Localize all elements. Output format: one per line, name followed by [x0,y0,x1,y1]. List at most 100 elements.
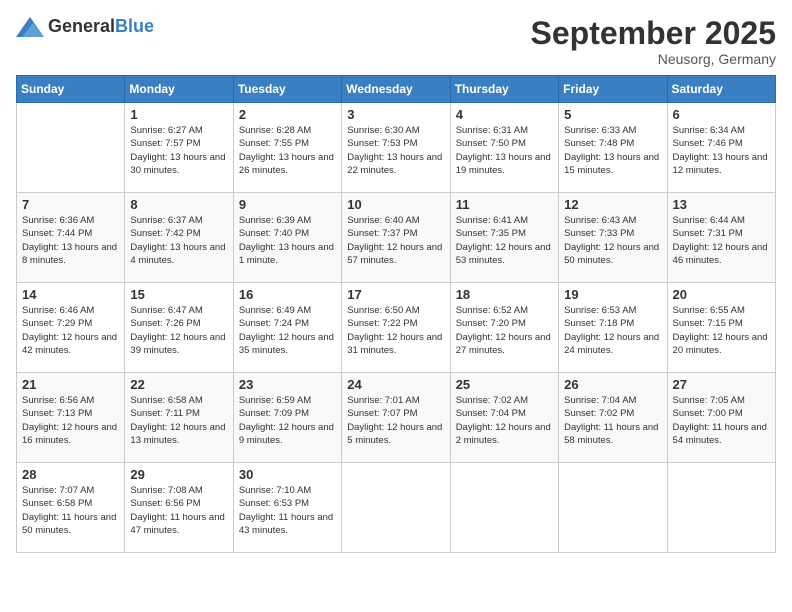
day-number: 19 [564,287,661,302]
calendar-cell: 5 Sunrise: 6:33 AMSunset: 7:48 PMDayligh… [559,103,667,193]
day-number: 8 [130,197,227,212]
calendar-body: 1 Sunrise: 6:27 AMSunset: 7:57 PMDayligh… [17,103,776,553]
day-info: Sunrise: 6:52 AMSunset: 7:20 PMDaylight:… [456,304,553,357]
day-number: 30 [239,467,336,482]
day-number: 25 [456,377,553,392]
calendar-cell: 6 Sunrise: 6:34 AMSunset: 7:46 PMDayligh… [667,103,775,193]
day-info: Sunrise: 6:53 AMSunset: 7:18 PMDaylight:… [564,304,661,357]
day-number: 10 [347,197,444,212]
day-number: 20 [673,287,770,302]
calendar-cell: 7 Sunrise: 6:36 AMSunset: 7:44 PMDayligh… [17,193,125,283]
calendar-cell: 30 Sunrise: 7:10 AMSunset: 6:53 PMDaylig… [233,463,341,553]
day-number: 15 [130,287,227,302]
header-day-friday: Friday [559,76,667,103]
calendar-cell [667,463,775,553]
day-number: 24 [347,377,444,392]
day-number: 5 [564,107,661,122]
day-info: Sunrise: 7:10 AMSunset: 6:53 PMDaylight:… [239,484,336,537]
logo-text-general: General [48,16,115,36]
calendar-cell: 28 Sunrise: 7:07 AMSunset: 6:58 PMDaylig… [17,463,125,553]
day-number: 27 [673,377,770,392]
day-info: Sunrise: 7:05 AMSunset: 7:00 PMDaylight:… [673,394,770,447]
calendar-cell: 27 Sunrise: 7:05 AMSunset: 7:00 PMDaylig… [667,373,775,463]
day-info: Sunrise: 7:01 AMSunset: 7:07 PMDaylight:… [347,394,444,447]
calendar-cell: 12 Sunrise: 6:43 AMSunset: 7:33 PMDaylig… [559,193,667,283]
day-number: 6 [673,107,770,122]
day-number: 14 [22,287,119,302]
calendar-cell [450,463,558,553]
day-number: 12 [564,197,661,212]
calendar-table: SundayMondayTuesdayWednesdayThursdayFrid… [16,75,776,553]
calendar-cell [559,463,667,553]
calendar-cell: 3 Sunrise: 6:30 AMSunset: 7:53 PMDayligh… [342,103,450,193]
calendar-header: SundayMondayTuesdayWednesdayThursdayFrid… [17,76,776,103]
calendar-cell: 2 Sunrise: 6:28 AMSunset: 7:55 PMDayligh… [233,103,341,193]
calendar-cell: 29 Sunrise: 7:08 AMSunset: 6:56 PMDaylig… [125,463,233,553]
day-info: Sunrise: 6:27 AMSunset: 7:57 PMDaylight:… [130,124,227,177]
day-info: Sunrise: 7:07 AMSunset: 6:58 PMDaylight:… [22,484,119,537]
calendar-week-0: 1 Sunrise: 6:27 AMSunset: 7:57 PMDayligh… [17,103,776,193]
calendar-cell: 1 Sunrise: 6:27 AMSunset: 7:57 PMDayligh… [125,103,233,193]
day-number: 26 [564,377,661,392]
calendar-cell: 23 Sunrise: 6:59 AMSunset: 7:09 PMDaylig… [233,373,341,463]
day-number: 2 [239,107,336,122]
day-info: Sunrise: 6:58 AMSunset: 7:11 PMDaylight:… [130,394,227,447]
day-number: 18 [456,287,553,302]
day-number: 23 [239,377,336,392]
logo: GeneralBlue [16,16,154,37]
calendar-cell: 11 Sunrise: 6:41 AMSunset: 7:35 PMDaylig… [450,193,558,283]
calendar-cell: 21 Sunrise: 6:56 AMSunset: 7:13 PMDaylig… [17,373,125,463]
calendar-week-4: 28 Sunrise: 7:07 AMSunset: 6:58 PMDaylig… [17,463,776,553]
day-info: Sunrise: 6:33 AMSunset: 7:48 PMDaylight:… [564,124,661,177]
day-info: Sunrise: 6:34 AMSunset: 7:46 PMDaylight:… [673,124,770,177]
day-info: Sunrise: 6:47 AMSunset: 7:26 PMDaylight:… [130,304,227,357]
logo-text-blue: Blue [115,16,154,36]
day-info: Sunrise: 7:08 AMSunset: 6:56 PMDaylight:… [130,484,227,537]
day-info: Sunrise: 6:37 AMSunset: 7:42 PMDaylight:… [130,214,227,267]
day-number: 3 [347,107,444,122]
day-info: Sunrise: 6:50 AMSunset: 7:22 PMDaylight:… [347,304,444,357]
calendar-cell: 10 Sunrise: 6:40 AMSunset: 7:37 PMDaylig… [342,193,450,283]
calendar-cell: 17 Sunrise: 6:50 AMSunset: 7:22 PMDaylig… [342,283,450,373]
day-number: 17 [347,287,444,302]
day-number: 1 [130,107,227,122]
calendar-cell: 15 Sunrise: 6:47 AMSunset: 7:26 PMDaylig… [125,283,233,373]
day-info: Sunrise: 6:46 AMSunset: 7:29 PMDaylight:… [22,304,119,357]
month-title: September 2025 [531,16,776,51]
calendar-cell: 4 Sunrise: 6:31 AMSunset: 7:50 PMDayligh… [450,103,558,193]
day-info: Sunrise: 6:56 AMSunset: 7:13 PMDaylight:… [22,394,119,447]
calendar-cell [342,463,450,553]
calendar-cell: 26 Sunrise: 7:04 AMSunset: 7:02 PMDaylig… [559,373,667,463]
calendar-week-1: 7 Sunrise: 6:36 AMSunset: 7:44 PMDayligh… [17,193,776,283]
day-info: Sunrise: 6:41 AMSunset: 7:35 PMDaylight:… [456,214,553,267]
day-number: 22 [130,377,227,392]
day-info: Sunrise: 6:55 AMSunset: 7:15 PMDaylight:… [673,304,770,357]
header-day-sunday: Sunday [17,76,125,103]
day-info: Sunrise: 7:02 AMSunset: 7:04 PMDaylight:… [456,394,553,447]
day-number: 29 [130,467,227,482]
day-number: 13 [673,197,770,212]
day-info: Sunrise: 6:49 AMSunset: 7:24 PMDaylight:… [239,304,336,357]
calendar-cell: 24 Sunrise: 7:01 AMSunset: 7:07 PMDaylig… [342,373,450,463]
header-day-monday: Monday [125,76,233,103]
logo-icon [16,17,44,37]
day-number: 9 [239,197,336,212]
day-info: Sunrise: 6:44 AMSunset: 7:31 PMDaylight:… [673,214,770,267]
header-day-tuesday: Tuesday [233,76,341,103]
header-day-thursday: Thursday [450,76,558,103]
calendar-week-3: 21 Sunrise: 6:56 AMSunset: 7:13 PMDaylig… [17,373,776,463]
day-info: Sunrise: 7:04 AMSunset: 7:02 PMDaylight:… [564,394,661,447]
day-info: Sunrise: 6:36 AMSunset: 7:44 PMDaylight:… [22,214,119,267]
calendar-cell: 8 Sunrise: 6:37 AMSunset: 7:42 PMDayligh… [125,193,233,283]
day-number: 7 [22,197,119,212]
day-info: Sunrise: 6:28 AMSunset: 7:55 PMDaylight:… [239,124,336,177]
title-block: September 2025 Neusorg, Germany [531,16,776,67]
header-row: SundayMondayTuesdayWednesdayThursdayFrid… [17,76,776,103]
day-info: Sunrise: 6:43 AMSunset: 7:33 PMDaylight:… [564,214,661,267]
day-number: 28 [22,467,119,482]
page-header: GeneralBlue September 2025 Neusorg, Germ… [16,16,776,67]
calendar-cell: 25 Sunrise: 7:02 AMSunset: 7:04 PMDaylig… [450,373,558,463]
header-day-saturday: Saturday [667,76,775,103]
day-info: Sunrise: 6:39 AMSunset: 7:40 PMDaylight:… [239,214,336,267]
header-day-wednesday: Wednesday [342,76,450,103]
